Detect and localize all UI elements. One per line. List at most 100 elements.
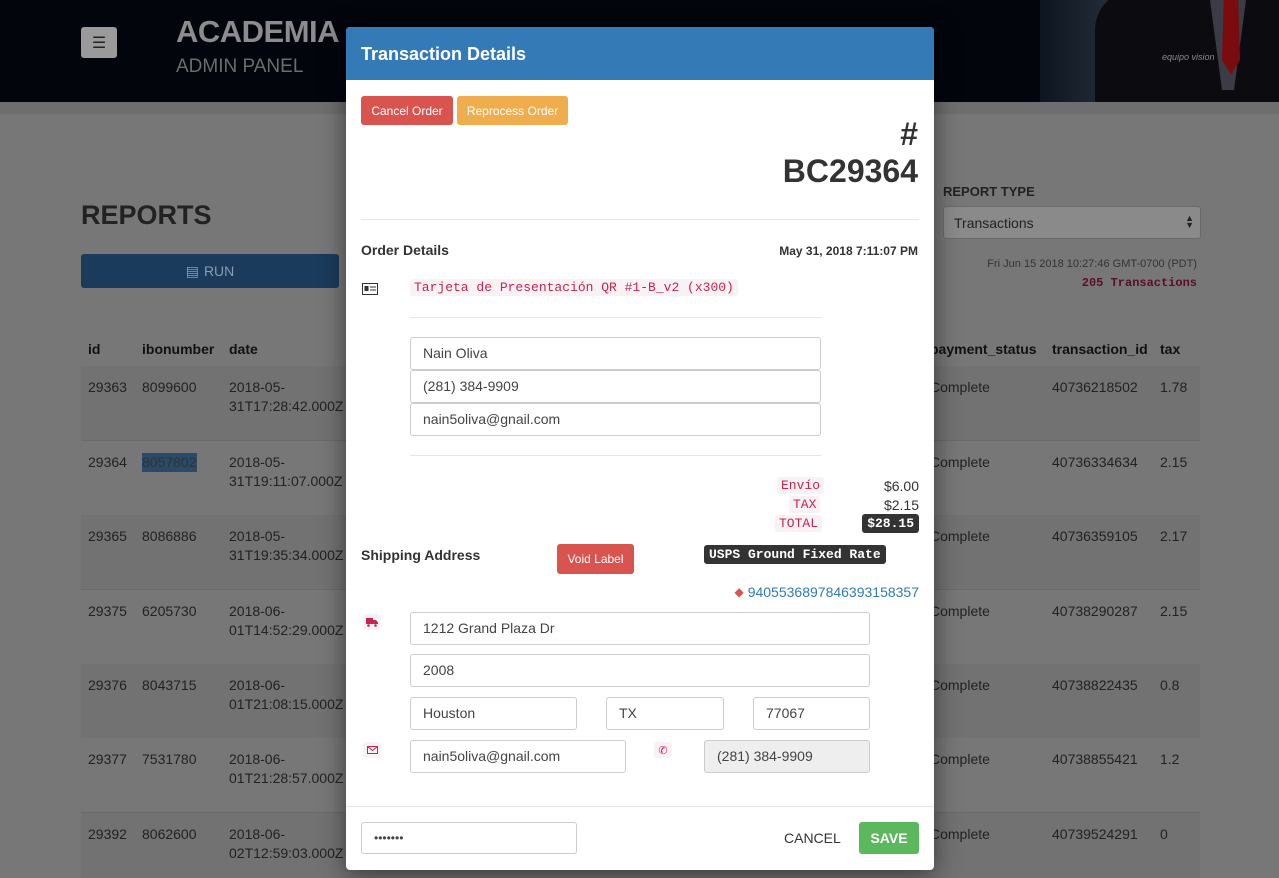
column-header[interactable]: id — [88, 341, 100, 357]
column-header[interactable]: transaction_id — [1052, 341, 1148, 357]
cell-id: 29365 — [88, 528, 127, 544]
cell-ibonumber: 6205730 — [142, 603, 197, 619]
divider — [410, 317, 821, 318]
tracking-link[interactable]: ◆ 9405536897846393158357 — [734, 584, 919, 600]
cancel-button[interactable]: CANCEL — [784, 830, 841, 846]
column-header[interactable]: ibonumber — [142, 341, 214, 357]
run-button-label: RUN — [203, 263, 235, 279]
cell-ibonumber: 8062600 — [142, 826, 197, 842]
address-city-field[interactable]: Houston — [410, 697, 577, 730]
cell-id: 29364 — [88, 454, 127, 470]
id-card-icon: ▤ — [185, 262, 199, 279]
cancel-order-button[interactable]: Cancel Order — [361, 96, 453, 125]
shipping-address-title: Shipping Address — [361, 547, 481, 563]
hamburger-icon: ☰ — [91, 34, 107, 52]
select-arrows-icon: ▲ ▼ — [1185, 213, 1194, 230]
truck-icon — [363, 614, 381, 630]
cell-ibonumber: 8043715 — [142, 677, 197, 693]
cell-ibonumber: 8057802 — [142, 453, 197, 472]
report-type-label: REPORT TYPE — [943, 184, 1035, 199]
cell-payment-status: Complete — [930, 603, 990, 619]
cell-transaction-id: 40738290287 — [1052, 603, 1138, 619]
customer-email-field[interactable]: nain5oliva@gnail.com — [410, 403, 821, 436]
cell-date: 2018-06-01T14:52:29.000Z — [229, 603, 344, 638]
page-title: REPORTS — [81, 200, 212, 230]
cell-ibonumber: 8099600 — [142, 379, 197, 395]
modal-title: Transaction Details — [346, 27, 934, 80]
order-hash: # — [900, 116, 918, 152]
product-line-item: Tarjeta de Presentación QR #1-B_v2 (x300… — [410, 279, 738, 296]
divider — [361, 219, 919, 220]
cell-id: 29392 — [88, 826, 127, 842]
cell-transaction-id: 40739524291 — [1052, 826, 1138, 842]
reprocess-order-button[interactable]: Reprocess Order — [457, 96, 568, 125]
cell-tax: 1.78 — [1160, 379, 1188, 395]
void-label-button[interactable]: Void Label — [557, 544, 634, 574]
address-zip-field[interactable]: 77067 — [753, 697, 870, 730]
column-header[interactable]: payment_status — [930, 341, 1037, 357]
shipping-method-badge: USPS Ground Fixed Rate — [704, 545, 886, 564]
report-type-value: Transactions — [954, 215, 1034, 231]
cell-transaction-id: 40736359105 — [1052, 528, 1138, 544]
customer-phone-field[interactable]: (281) 384-9909 — [410, 370, 821, 403]
address-line2-field[interactable]: 2008 — [410, 654, 870, 687]
cell-tax: 2.15 — [1160, 454, 1188, 470]
generated-timestamp: Fri Jun 15 2018 10:27:46 GMT-0700 (PDT) — [987, 258, 1197, 270]
transactions-count: 205 Transactions — [1081, 276, 1197, 290]
divider — [410, 455, 821, 456]
tax-label: TAX — [789, 496, 821, 513]
order-number: BC29364 — [782, 153, 918, 189]
cell-id: 29377 — [88, 751, 127, 767]
cell-date: 2018-05-31T17:28:42.000Z — [229, 379, 344, 414]
cell-tax: 2.15 — [1160, 603, 1188, 619]
cell-tax: 0.8 — [1160, 677, 1180, 693]
cell-transaction-id: 40736334634 — [1052, 454, 1138, 470]
shipping-cost-value: $6.00 — [883, 478, 919, 494]
menu-toggle-button[interactable]: ☰ — [81, 27, 117, 58]
cell-id: 29363 — [88, 379, 127, 395]
shipping-cost-label: Envío — [777, 477, 825, 494]
address-street-field[interactable]: 1212 Grand Plaza Dr — [410, 612, 870, 645]
header-photo-suit — [1095, 0, 1279, 102]
report-type-select[interactable]: Transactions ▲ ▼ — [943, 206, 1201, 239]
cell-payment-status: Complete — [930, 751, 990, 767]
cell-tax: 1.2 — [1160, 751, 1180, 767]
cell-date: 2018-05-31T19:11:07.000Z — [229, 454, 343, 489]
shipping-email-field[interactable]: nain5oliva@gnail.com — [410, 740, 626, 773]
address-state-field[interactable]: TX — [606, 697, 724, 730]
shipping-phone-field: (281) 384-9909 — [704, 740, 870, 773]
column-header[interactable]: tax — [1160, 341, 1180, 357]
transaction-details-modal: Transaction Details Cancel Order Reproce… — [346, 27, 934, 870]
cell-payment-status: Complete — [930, 379, 990, 395]
cell-ibonumber: 8086886 — [142, 528, 197, 544]
cell-payment-status: Complete — [930, 528, 990, 544]
tax-value: $2.15 — [883, 497, 919, 513]
cell-transaction-id: 40738855421 — [1052, 751, 1138, 767]
cell-payment-status: Complete — [930, 826, 990, 842]
tracking-number: 9405536897846393158357 — [747, 584, 919, 600]
cell-transaction-id: 40738822435 — [1052, 677, 1138, 693]
password-field[interactable]: ••••••• — [361, 822, 577, 854]
cell-payment-status: Complete — [930, 677, 990, 693]
envelope-icon — [363, 742, 381, 758]
order-date: May 31, 2018 7:11:07 PM — [779, 244, 918, 258]
cell-date: 2018-06-02T12:59:03.000Z — [229, 826, 344, 861]
column-header[interactable]: date — [229, 341, 258, 357]
header-photo-tie — [1222, 0, 1240, 75]
run-button[interactable]: ▤ RUN — [81, 254, 339, 288]
cell-id: 29375 — [88, 603, 127, 619]
brand-subtitle: ADMIN PANEL — [176, 56, 304, 77]
header-photo-logo: equipo vision — [1162, 52, 1215, 62]
save-button[interactable]: SAVE — [859, 822, 919, 854]
cell-date: 2018-06-01T21:08:15.000Z — [229, 677, 344, 712]
total-value: $28.15 — [862, 514, 919, 533]
cell-date: 2018-05-31T19:35:34.000Z — [229, 528, 344, 563]
cell-tax: 2.17 — [1160, 528, 1188, 544]
phone-icon: ✆ — [654, 742, 672, 758]
cell-payment-status: Complete — [930, 454, 990, 470]
customer-name-field[interactable]: Nain Oliva — [410, 337, 821, 370]
cell-date: 2018-06-01T21:28:57.000Z — [229, 751, 344, 786]
package-icon: ◆ — [734, 585, 744, 599]
total-label: TOTAL — [775, 515, 823, 532]
order-details-title: Order Details — [361, 242, 449, 258]
